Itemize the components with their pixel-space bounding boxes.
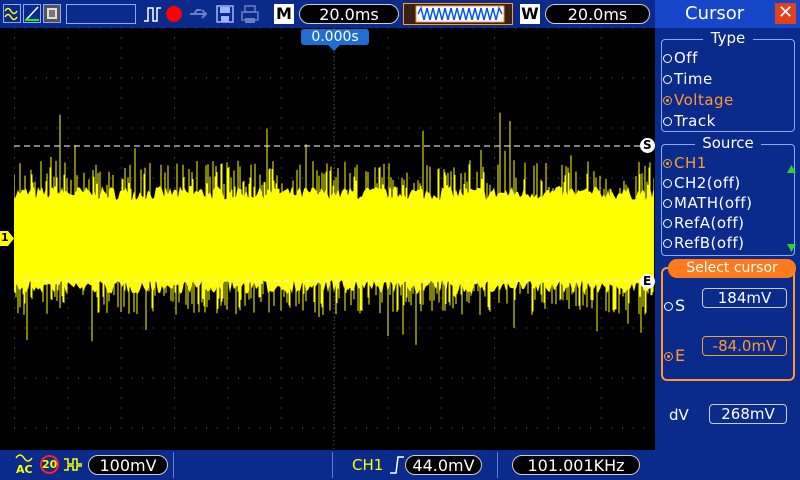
- source-option-refa-label: RefA(off): [674, 214, 745, 232]
- window-timebase-label: W: [520, 4, 540, 24]
- type-option-track[interactable]: Track: [663, 112, 716, 130]
- radio-selected-icon: [663, 159, 672, 168]
- cursor-s-option[interactable]: S: [664, 296, 686, 315]
- cursor-s-value[interactable]: 184mV: [702, 288, 787, 308]
- channel-1-marker-label: 1: [1, 231, 9, 244]
- source-option-ch1[interactable]: CH1: [663, 154, 707, 172]
- source-option-ch2[interactable]: CH2(off): [663, 174, 741, 192]
- close-icon[interactable]: ✕: [775, 3, 796, 24]
- frequency-counter: 101.001KHz: [512, 455, 640, 475]
- radio-selected-icon: [663, 96, 672, 105]
- save-icon[interactable]: [215, 4, 235, 24]
- cursor-menu-panel: Cursor ✕ Type Off Time Voltage Track Sou…: [655, 0, 800, 480]
- type-option-voltage-label: Voltage: [674, 91, 734, 109]
- source-option-math-label: MATH(off): [674, 194, 753, 212]
- trigger-position-marker[interactable]: 0.000s: [301, 29, 369, 45]
- cursor-s-marker-label: S: [643, 138, 652, 152]
- radio-icon: [663, 199, 672, 208]
- top-status-bar: M 20.0ms W 20.0ms: [0, 0, 655, 28]
- type-option-time-label: Time: [674, 70, 713, 88]
- delta-v-value: 268mV: [709, 404, 787, 424]
- radio-selected-icon: [664, 352, 673, 361]
- record-icon[interactable]: [166, 6, 182, 22]
- cursor-s-option-label: S: [675, 296, 686, 315]
- volts-per-div[interactable]: 100mV: [88, 455, 168, 475]
- source-option-ch2-label: CH2(off): [674, 174, 741, 192]
- select-cursor-label: Select cursor: [668, 259, 796, 278]
- usb-icon: [190, 9, 208, 19]
- trigger-position-value: 0.000s: [311, 29, 359, 45]
- type-option-track-label: Track: [674, 112, 716, 130]
- waveform-mode-icon[interactable]: [3, 4, 21, 23]
- cursor-e-value[interactable]: -84.0mV: [702, 336, 787, 356]
- radio-icon: [663, 179, 672, 188]
- source-option-ch1-label: CH1: [674, 154, 707, 172]
- panel-title-text: Cursor: [685, 3, 745, 24]
- type-option-voltage[interactable]: Voltage: [663, 91, 734, 109]
- bottom-status-bar: AC 20 100mV CH1 44.0mV 101.001KHz: [0, 450, 655, 480]
- source-option-refb[interactable]: RefB(off): [663, 234, 745, 252]
- radio-icon: [663, 219, 672, 228]
- trigger-position-arrow-icon: [327, 44, 341, 51]
- blank-slot: [66, 4, 136, 24]
- main-timebase-label: M: [274, 4, 294, 24]
- cursor-s-marker[interactable]: S: [640, 138, 655, 153]
- radio-icon: [663, 75, 672, 84]
- trigger-edge-icon: [144, 7, 161, 22]
- radio-icon: [663, 117, 672, 126]
- channel-1-marker[interactable]: 1: [0, 231, 14, 246]
- main-timebase-value[interactable]: 20.0ms: [299, 4, 399, 24]
- type-option-time[interactable]: Time: [663, 70, 713, 88]
- window-zoom-indicator[interactable]: [403, 3, 513, 25]
- signal-trace-band: [14, 186, 654, 294]
- source-group-label: Source: [695, 134, 761, 152]
- cursor-e-marker[interactable]: E: [640, 274, 655, 289]
- cursor-e-option[interactable]: E: [664, 346, 686, 365]
- coupling-label: AC: [16, 463, 33, 476]
- radio-icon: [664, 302, 673, 311]
- ac-coupling-icon: AC: [15, 452, 37, 478]
- radio-icon: [663, 54, 672, 63]
- type-option-off[interactable]: Off: [663, 49, 698, 67]
- scroll-up-icon[interactable]: [787, 165, 796, 173]
- cursor-e-marker-label: E: [643, 274, 652, 288]
- bandwidth-limit-icon[interactable]: 20: [40, 455, 59, 474]
- type-group-label: Type: [703, 29, 753, 47]
- invert-icon: [64, 458, 82, 471]
- source-option-refb-label: RefB(off): [674, 234, 745, 252]
- waveform-display: [14, 28, 654, 449]
- persistence-icon[interactable]: [43, 4, 61, 23]
- radio-icon: [663, 239, 672, 248]
- line-display-icon[interactable]: [23, 4, 41, 23]
- bandwidth-limit-value: 20: [42, 458, 58, 471]
- type-option-off-label: Off: [674, 49, 698, 67]
- source-option-refa[interactable]: RefA(off): [663, 214, 744, 232]
- source-option-math[interactable]: MATH(off): [663, 194, 752, 212]
- trigger-source[interactable]: CH1: [352, 456, 383, 474]
- rising-edge-icon: [390, 456, 404, 474]
- cursor-e-option-label: E: [675, 346, 686, 365]
- window-timebase-value[interactable]: 20.0ms: [545, 4, 650, 24]
- trigger-level[interactable]: 44.0mV: [405, 455, 482, 475]
- scroll-down-icon[interactable]: [787, 244, 796, 252]
- print-icon[interactable]: [240, 4, 260, 24]
- delta-v-label: dV: [669, 406, 689, 424]
